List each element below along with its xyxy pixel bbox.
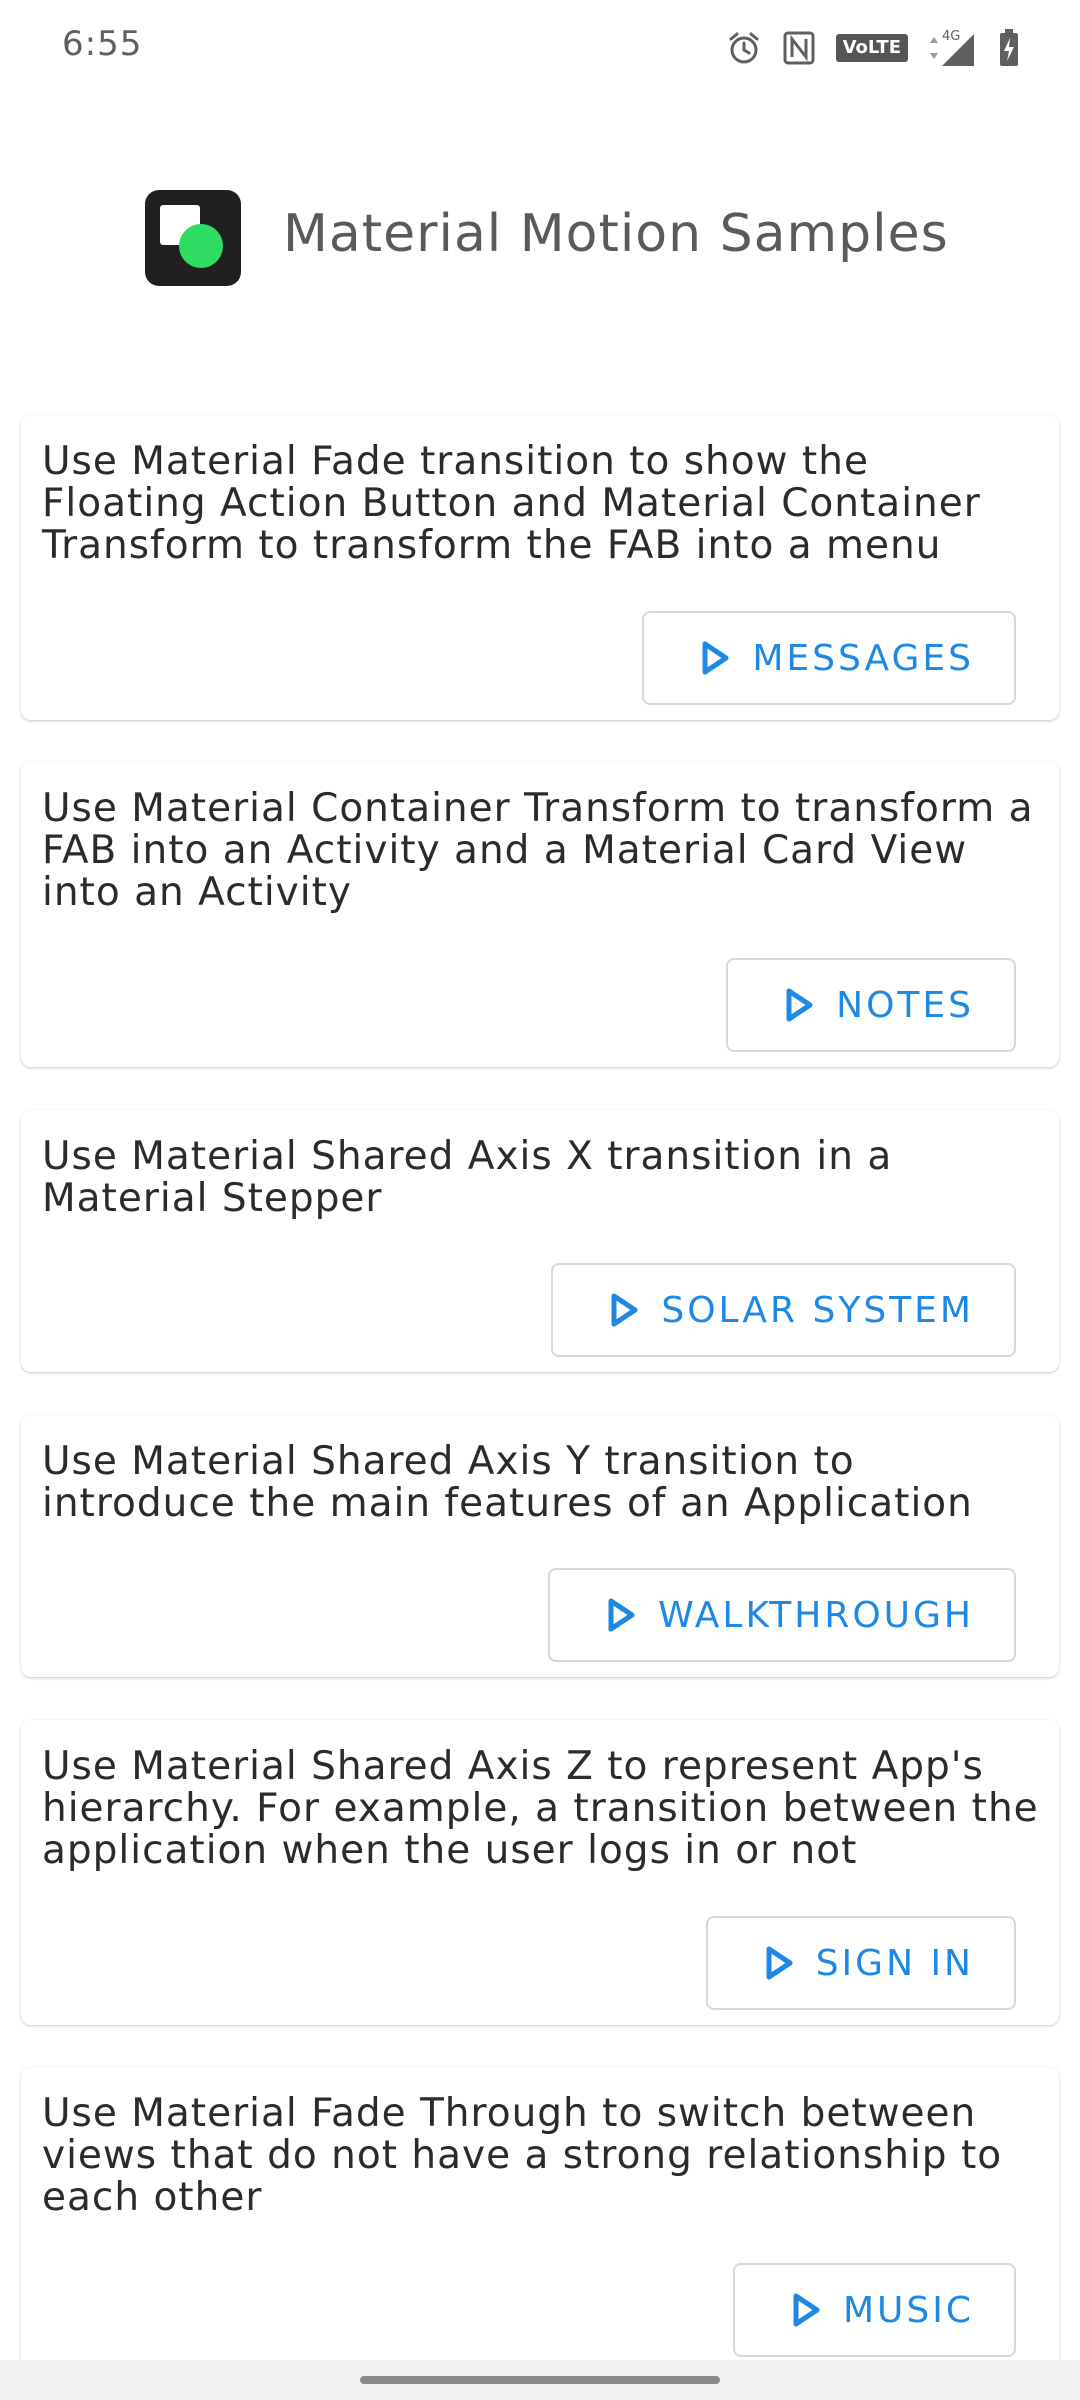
play-icon <box>609 1292 639 1328</box>
sign-in-button-label: SIGN IN <box>815 1942 974 1984</box>
nfc-icon <box>782 30 816 66</box>
card-description: Use Material Shared Axis Y transition to… <box>42 1439 973 1526</box>
solar-system-button-label: SOLAR SYSTEM <box>661 1289 974 1331</box>
music-button[interactable]: MUSIC <box>732 2263 1016 2357</box>
alarm-icon <box>726 30 762 66</box>
card-description: Use Material Container Transform to tran… <box>42 786 1034 915</box>
sign-in-button[interactable]: SIGN IN <box>705 1916 1016 2010</box>
play-icon <box>700 640 730 676</box>
page-title: Material Motion Samples <box>283 204 949 264</box>
app-header: Material Motion Samples <box>0 190 1080 286</box>
notes-button-label: NOTES <box>836 984 974 1026</box>
play-icon <box>606 1597 636 1633</box>
card-description: Use Material Shared Axis X transition in… <box>42 1134 893 1221</box>
volte-icon: VoLTE <box>835 34 908 62</box>
status-icons: VoLTE 4G <box>726 26 1020 70</box>
status-time: 6:55 <box>62 24 143 64</box>
sample-card-sign-in: Use Material Shared Axis Z to represent … <box>21 1720 1059 2025</box>
play-icon <box>764 1945 794 1981</box>
notes-button[interactable]: NOTES <box>726 958 1016 1052</box>
messages-button-label: MESSAGES <box>752 637 974 679</box>
card-description: Use Material Fade transition to show the… <box>42 439 981 568</box>
sample-card-messages: Use Material Fade transition to show the… <box>21 415 1059 720</box>
card-description: Use Material Fade Through to switch betw… <box>42 2091 1003 2220</box>
status-bar: 6:55 VoLTE 4G <box>0 0 1080 96</box>
battery-charging-icon <box>998 28 1020 68</box>
music-button-label: MUSIC <box>842 2289 974 2331</box>
sample-card-notes: Use Material Container Transform to tran… <box>21 762 1059 1067</box>
walkthrough-button[interactable]: WALKTHROUGH <box>548 1568 1016 1662</box>
solar-system-button[interactable]: SOLAR SYSTEM <box>551 1263 1016 1357</box>
app-logo-icon <box>145 190 241 286</box>
messages-button[interactable]: MESSAGES <box>642 611 1016 705</box>
play-icon <box>784 987 814 1023</box>
sample-card-music: Use Material Fade Through to switch betw… <box>21 2067 1059 2372</box>
home-gesture-handle[interactable] <box>360 2376 720 2384</box>
sample-card-walkthrough: Use Material Shared Axis Y transition to… <box>21 1415 1059 1677</box>
sample-card-solar-system: Use Material Shared Axis X transition in… <box>21 1110 1059 1372</box>
svg-text:4G: 4G <box>942 29 960 44</box>
play-icon <box>791 2292 821 2328</box>
walkthrough-button-label: WALKTHROUGH <box>658 1594 974 1636</box>
signal-icon: 4G <box>928 28 978 68</box>
navigation-bar <box>0 2360 1080 2400</box>
card-description: Use Material Shared Axis Z to represent … <box>42 1744 1039 1873</box>
